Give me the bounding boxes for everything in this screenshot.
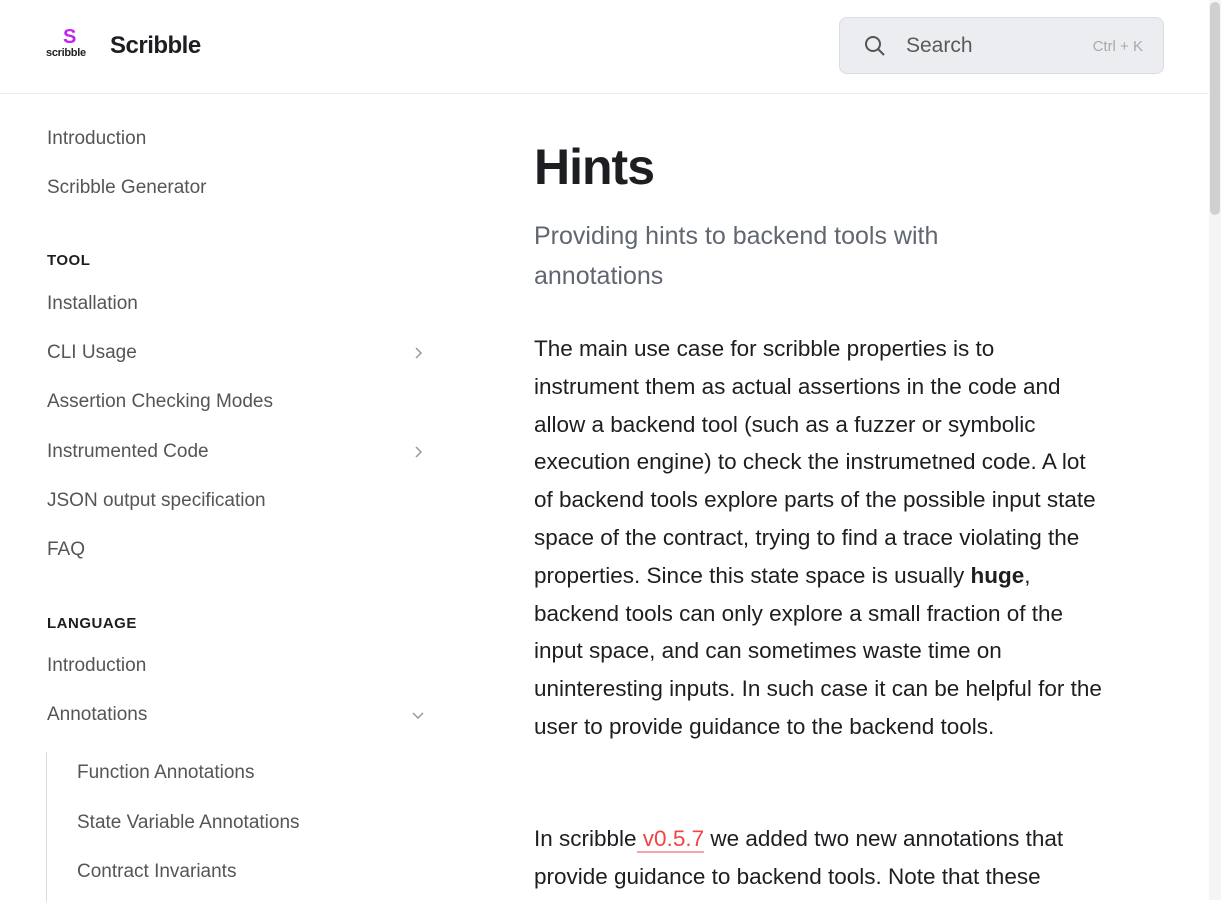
- page-title: Hints: [534, 139, 655, 195]
- paragraph-version: In scribble v0.5.7 we added two new anno…: [534, 820, 1104, 896]
- logo-mark-icon: S: [63, 26, 77, 48]
- brand-title[interactable]: Scribble: [110, 32, 201, 60]
- sidebar-item-function-annotations[interactable]: Function Annotations: [77, 762, 254, 784]
- sidebar-item-language-introduction[interactable]: Introduction: [47, 655, 146, 677]
- text: , backend tools can only explore a small…: [534, 562, 1102, 739]
- search-placeholder: Search: [906, 34, 973, 57]
- page-subtitle: Providing hints to backend tools with an…: [534, 222, 939, 290]
- chevron-down-icon[interactable]: [410, 707, 426, 723]
- chevron-right-icon[interactable]: [410, 345, 426, 361]
- sidebar-category-tool: TOOL: [47, 252, 91, 269]
- submenu-divider: [46, 752, 47, 902]
- scrollbar[interactable]: [1209, 0, 1221, 900]
- logo-wordmark: scribble: [46, 47, 86, 59]
- sidebar-item-cli-usage[interactable]: CLI Usage: [47, 342, 137, 364]
- sidebar-item-assertion-checking-modes[interactable]: Assertion Checking Modes: [47, 391, 273, 413]
- scribble-logo[interactable]: S scribble: [46, 26, 94, 62]
- sidebar-item-state-variable-annotations[interactable]: State Variable Annotations: [77, 812, 300, 834]
- sidebar-item-instrumented-code[interactable]: Instrumented Code: [47, 441, 209, 463]
- sidebar-item-scribble-generator[interactable]: Scribble Generator: [47, 177, 206, 199]
- sidebar-item-json-output[interactable]: JSON output specification: [47, 490, 266, 512]
- top-navbar: S scribble Scribble Search Ctrl + K: [0, 0, 1209, 94]
- sidebar-item-contract-invariants[interactable]: Contract Invariants: [77, 861, 236, 883]
- version-link[interactable]: v0.5.7: [636, 826, 705, 853]
- text: The main use case for scribble propertie…: [534, 336, 1096, 588]
- sidebar-item-introduction[interactable]: Introduction: [47, 128, 146, 150]
- scrollbar-thumb[interactable]: [1210, 2, 1220, 215]
- paragraph-intro: The main use case for scribble propertie…: [534, 330, 1104, 746]
- chevron-right-icon[interactable]: [410, 444, 426, 460]
- bold-text: huge: [970, 562, 1025, 588]
- sidebar-category-language: LANGUAGE: [47, 615, 137, 632]
- sidebar-item-installation[interactable]: Installation: [47, 293, 138, 315]
- sidebar-item-faq[interactable]: FAQ: [47, 539, 85, 561]
- search-icon: [865, 36, 885, 56]
- search-shortcut: Ctrl + K: [1092, 38, 1143, 55]
- sidebar-item-annotations[interactable]: Annotations: [47, 704, 147, 726]
- search-button[interactable]: Search Ctrl + K: [839, 17, 1164, 74]
- text: In scribble: [534, 826, 637, 851]
